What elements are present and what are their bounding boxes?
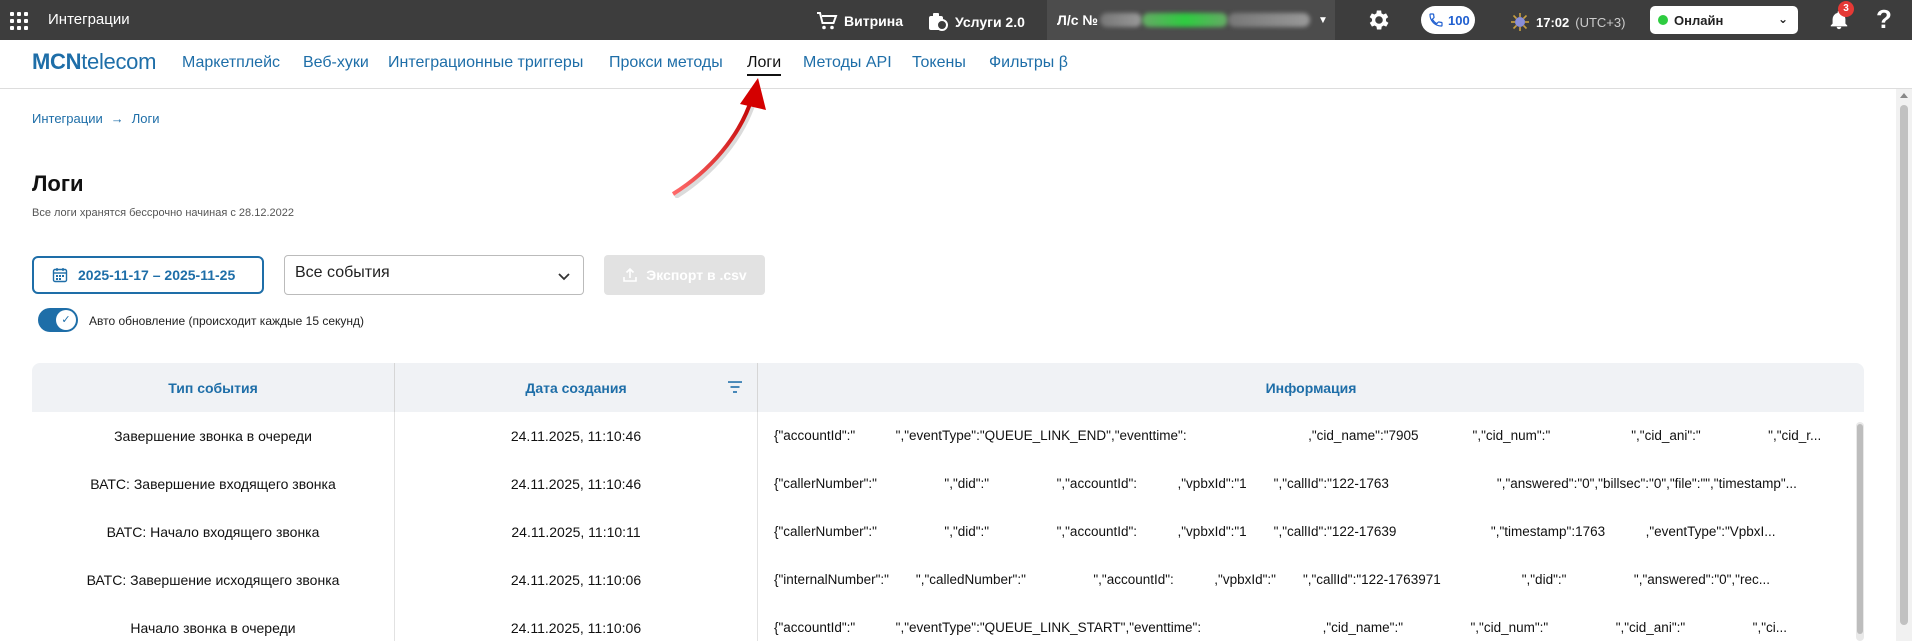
date-range-button[interactable]: 2025-11-17 – 2025-11-25 xyxy=(32,256,264,294)
notification-badge: 3 xyxy=(1838,1,1854,17)
nav-integration-triggers[interactable]: Интеграционные триггеры xyxy=(388,54,583,72)
calls-counter[interactable]: 100 xyxy=(1421,6,1475,34)
timezone: (UTC+3) xyxy=(1575,14,1626,30)
cell-created-date: 24.11.2025, 11:10:11 xyxy=(395,508,758,556)
logo-rest: telecom xyxy=(81,49,157,74)
page-title: Логи xyxy=(32,171,84,196)
gear-icon[interactable] xyxy=(1366,7,1392,33)
status-value: Онлайн xyxy=(1674,12,1724,28)
account-number-redacted xyxy=(1228,13,1310,27)
export-csv-label: Экспорт в .csv xyxy=(646,267,747,283)
table-row[interactable]: ВАТС: Завершение входящего звонка 24.11.… xyxy=(32,460,1864,508)
services-label: Услуги 2.0 xyxy=(955,14,1025,30)
table-scrollbar[interactable] xyxy=(1856,422,1864,641)
auto-update-label: Авто обновление (происходит каждые 15 се… xyxy=(89,314,365,328)
cell-created-date: 24.11.2025, 11:10:46 xyxy=(395,412,758,460)
account-selector[interactable]: Л/с № ▼ xyxy=(1047,0,1335,40)
nav-tokens[interactable]: Токены xyxy=(912,54,966,72)
chevron-down-icon xyxy=(558,273,570,281)
calendar-icon xyxy=(52,268,68,283)
cart-icon xyxy=(817,12,838,30)
services-button[interactable]: Услуги 2.0 xyxy=(927,11,1025,33)
account-label: Л/с № xyxy=(1057,12,1098,28)
table-row[interactable]: Завершение звонка в очереди 24.11.2025, … xyxy=(32,412,1864,460)
filter-icon[interactable] xyxy=(727,380,743,394)
clock: 17:02 (UTC+3) xyxy=(1510,12,1625,32)
cell-event-type: Начало звонка в очереди xyxy=(32,604,395,641)
check-icon: ✓ xyxy=(56,310,76,330)
apps-grid-icon[interactable] xyxy=(10,12,28,30)
header-created-date[interactable]: Дата создания xyxy=(395,363,758,412)
cell-info: {"internalNumber":" ","calledNumber":" "… xyxy=(774,572,1770,587)
cell-created-date: 24.11.2025, 11:10:46 xyxy=(395,460,758,508)
virus-globe-icon xyxy=(1511,13,1529,31)
logo[interactable]: MCNtelecom xyxy=(32,49,156,75)
nav-webhooks[interactable]: Веб-хуки xyxy=(303,54,369,72)
table-row[interactable]: Начало звонка в очереди 24.11.2025, 11:1… xyxy=(32,604,1864,641)
nav-api-methods[interactable]: Методы API xyxy=(803,54,892,72)
nav-marketplace[interactable]: Маркетплейс xyxy=(182,54,280,72)
breadcrumb-integrations[interactable]: Интеграции xyxy=(32,111,103,126)
main-nav: MCNtelecom Маркетплейс Веб-хуки Интеграц… xyxy=(0,40,1912,89)
breadcrumb-logs[interactable]: Логи xyxy=(132,111,160,126)
table-scrollbar-thumb[interactable] xyxy=(1857,424,1863,634)
services-icon xyxy=(929,13,948,31)
status-select[interactable]: Онлайн ⌄ xyxy=(1650,6,1798,34)
cell-event-type: ВАТС: Начало входящего звонка xyxy=(32,508,395,556)
showcase-label: Витрина xyxy=(844,13,903,29)
time-value: 17:02 xyxy=(1536,14,1570,30)
events-select-value: Все события xyxy=(295,264,390,281)
header-information[interactable]: Информация xyxy=(758,363,1864,412)
cell-event-type: ВАТС: Завершение входящего звонка xyxy=(32,460,395,508)
cell-created-date: 24.11.2025, 11:10:06 xyxy=(395,556,758,604)
table-row[interactable]: ВАТС: Завершение исходящего звонка 24.11… xyxy=(32,556,1864,604)
header-label: Тип события xyxy=(168,379,258,396)
account-number-redacted xyxy=(1142,13,1228,27)
account-number-redacted xyxy=(1100,13,1142,27)
cell-event-type: Завершение звонка в очереди xyxy=(32,412,395,460)
cell-info: {"callerNumber":" ","did":" ","accountId… xyxy=(774,524,1776,539)
page-scrollbar[interactable] xyxy=(1896,89,1912,641)
auto-update-toggle[interactable]: ✓ xyxy=(38,308,78,332)
header-event-type[interactable]: Тип события xyxy=(32,363,395,412)
help-icon[interactable]: ? xyxy=(1876,4,1892,35)
nav-proxy-methods[interactable]: Прокси методы xyxy=(609,54,723,72)
page-scrollbar-thumb[interactable] xyxy=(1900,105,1908,625)
date-range-value: 2025-11-17 – 2025-11-25 xyxy=(78,267,236,283)
breadcrumb: Интеграции → Логи xyxy=(32,111,160,126)
table-row[interactable]: ВАТС: Начало входящего звонка 24.11.2025… xyxy=(32,508,1864,556)
cell-event-type: ВАТС: Завершение исходящего звонка xyxy=(32,556,395,604)
cell-info: {"accountId":" ","eventType":"QUEUE_LINK… xyxy=(774,428,1822,443)
annotation-arrow xyxy=(671,78,766,198)
page-subtitle: Все логи хранятся бессрочно начиная с 28… xyxy=(32,207,294,219)
logs-table: Тип события Дата создания Информация Зав… xyxy=(32,363,1864,641)
cell-created-date: 24.11.2025, 11:10:06 xyxy=(395,604,758,641)
header-label: Информация xyxy=(1265,379,1357,396)
logo-bold: MCN xyxy=(32,49,82,74)
chevron-down-icon: ▼ xyxy=(1318,14,1328,26)
top-bar: Интеграции Витрина Услуги 2.0 Л/с № ▼ 10… xyxy=(0,0,1912,40)
events-select[interactable]: Все события xyxy=(284,255,584,295)
scroll-up-icon[interactable] xyxy=(1900,93,1908,98)
header-label: Дата создания xyxy=(525,379,627,396)
export-csv-button[interactable]: Экспорт в .csv xyxy=(604,255,765,295)
cell-info: {"accountId":" ","eventType":"QUEUE_LINK… xyxy=(774,620,1787,635)
upload-icon xyxy=(623,267,638,282)
nav-logs[interactable]: Логи xyxy=(747,54,782,76)
arrow-right-icon: → xyxy=(110,111,124,126)
cell-info: {"callerNumber":" ","did":" ","accountId… xyxy=(774,476,1797,491)
calls-count: 100 xyxy=(1448,12,1470,28)
online-dot-icon xyxy=(1658,15,1668,25)
nav-filters[interactable]: Фильтры β xyxy=(989,54,1068,72)
table-body: Завершение звонка в очереди 24.11.2025, … xyxy=(32,412,1864,641)
table-header: Тип события Дата создания Информация xyxy=(32,363,1864,412)
phone-icon xyxy=(1429,13,1443,27)
showcase-button[interactable]: Витрина xyxy=(816,11,903,31)
chevron-down-icon: ⌄ xyxy=(1777,12,1788,26)
app-title: Интеграции xyxy=(48,11,130,28)
